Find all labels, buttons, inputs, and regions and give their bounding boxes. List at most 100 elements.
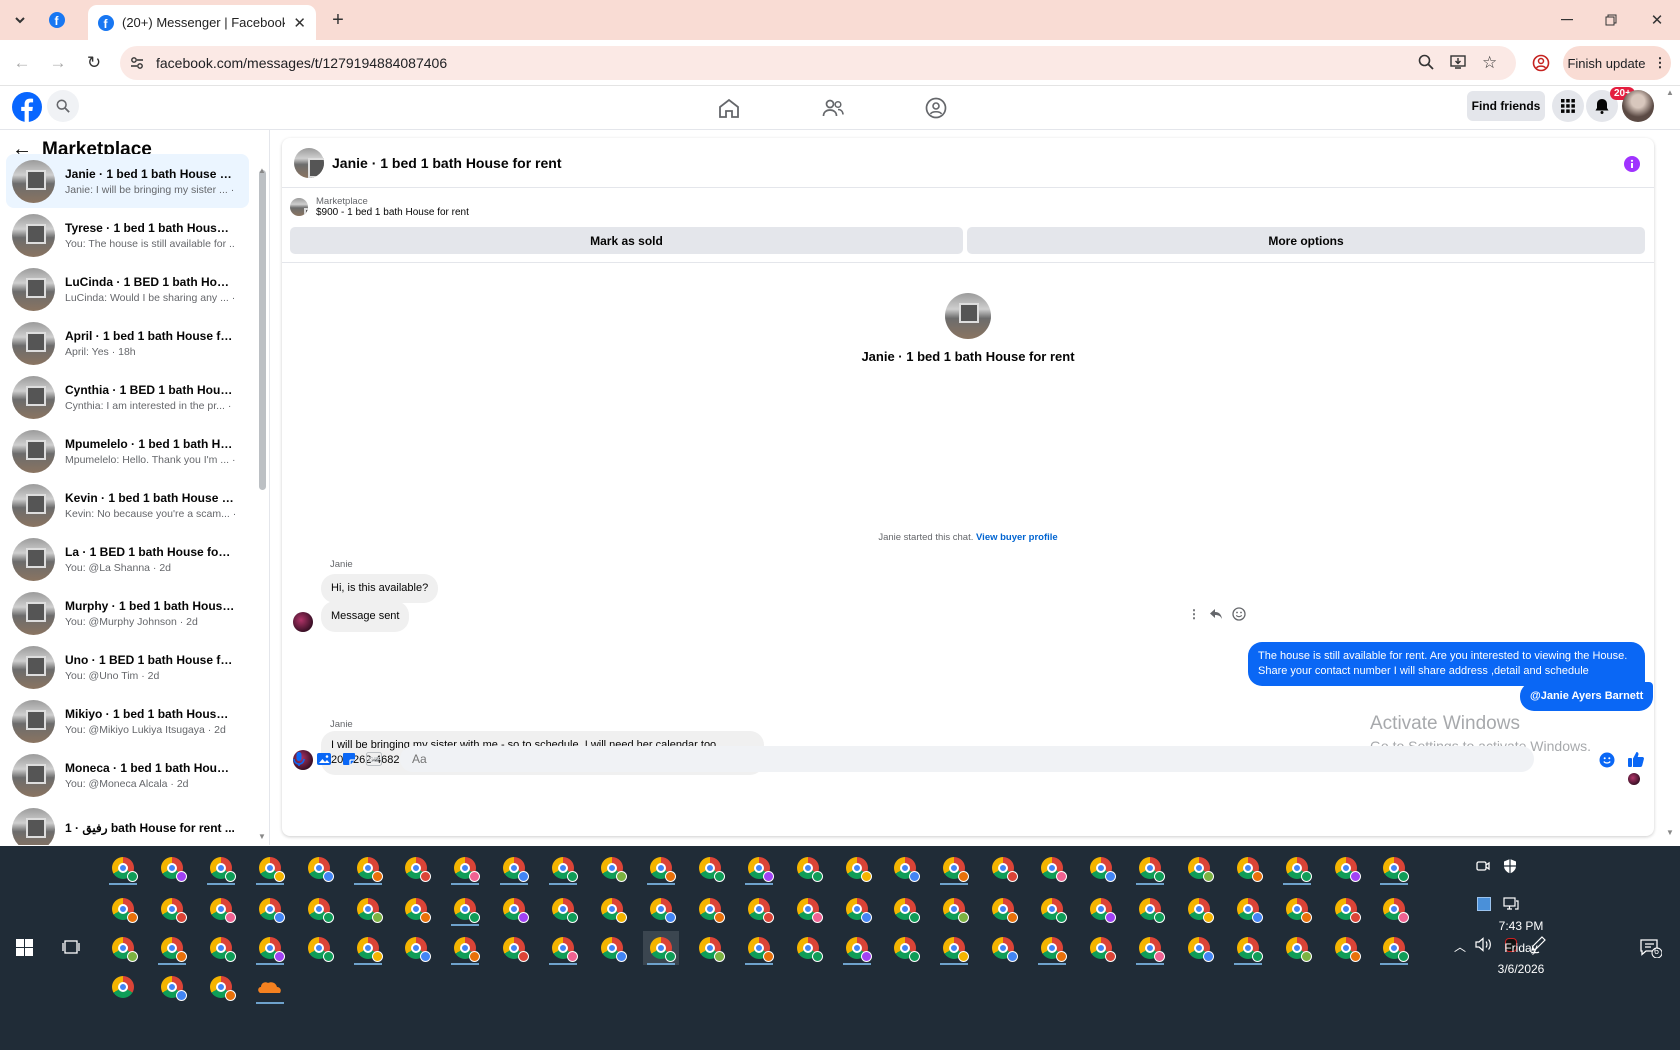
photo-icon[interactable] — [316, 751, 332, 767]
conversation-item[interactable]: Janie · 1 bed 1 bath House for r... Janie… — [6, 154, 249, 208]
facebook-pinned-tab[interactable]: f — [46, 9, 68, 31]
chrome-taskbar-icon[interactable] — [643, 851, 679, 885]
chrome-taskbar-icon[interactable] — [203, 970, 239, 1004]
more-options-button[interactable]: More options — [967, 227, 1645, 254]
chrome-taskbar-icon[interactable] — [985, 892, 1021, 926]
conversation-item[interactable]: LuCinda · 1 BED 1 bath House fo... LuCind… — [6, 262, 249, 316]
chrome-taskbar-icon[interactable] — [203, 851, 239, 885]
info-icon[interactable] — [1624, 156, 1640, 172]
scroll-down-icon[interactable]: ▼ — [258, 832, 266, 841]
more-actions-icon[interactable]: ⋮ — [1188, 607, 1200, 621]
tray-app-icon[interactable] — [1477, 897, 1491, 911]
search-icon[interactable] — [47, 90, 79, 122]
network-icon[interactable] — [1503, 897, 1519, 911]
tab-messenger[interactable]: f (20+) Messenger | Facebook ✕ — [88, 5, 316, 40]
chrome-taskbar-icon[interactable] — [1083, 851, 1119, 885]
chrome-taskbar-icon[interactable] — [1132, 892, 1168, 926]
facebook-logo[interactable] — [12, 92, 42, 122]
conversation-item[interactable]: April · 1 bed 1 bath House for re... Apri… — [6, 316, 249, 370]
incoming-message[interactable]: Hi, is this available? — [321, 574, 439, 603]
chrome-taskbar-icon[interactable] — [741, 931, 777, 965]
chrome-taskbar-icon[interactable] — [496, 931, 532, 965]
profile-icon[interactable] — [1529, 51, 1553, 75]
tab-search-chevron-icon[interactable] — [8, 8, 32, 32]
close-window-icon[interactable]: ✕ — [1645, 8, 1669, 32]
outgoing-mention-message[interactable]: @Janie Ayers Barnett — [1520, 682, 1654, 711]
chrome-taskbar-icon[interactable] — [301, 892, 337, 926]
chrome-taskbar-icon[interactable] — [887, 892, 923, 926]
chrome-taskbar-icon[interactable] — [203, 931, 239, 965]
chrome-taskbar-icon[interactable] — [154, 892, 190, 926]
gif-icon[interactable]: GIF — [366, 752, 382, 766]
chrome-taskbar-icon[interactable] — [1328, 851, 1364, 885]
chrome-taskbar-icon[interactable] — [839, 892, 875, 926]
chrome-taskbar-icon[interactable] — [643, 892, 679, 926]
chrome-taskbar-icon[interactable] — [1083, 892, 1119, 926]
cloudflare-warp-icon[interactable] — [252, 970, 288, 1004]
security-shield-icon[interactable] — [1503, 858, 1517, 874]
omnibox[interactable]: facebook.com/messages/t/1279194884087406… — [120, 46, 1516, 80]
message-input[interactable] — [400, 746, 1534, 772]
chrome-taskbar-icon[interactable] — [594, 892, 630, 926]
chrome-taskbar-icon[interactable] — [105, 931, 141, 965]
chrome-taskbar-icon[interactable] — [1279, 931, 1315, 965]
chrome-taskbar-icon[interactable] — [1376, 931, 1412, 965]
chrome-taskbar-icon[interactable] — [692, 892, 728, 926]
chrome-taskbar-icon[interactable] — [1376, 892, 1412, 926]
chrome-taskbar-icon[interactable] — [1132, 931, 1168, 965]
chat-header-avatar[interactable] — [294, 147, 324, 178]
find-friends-button[interactable]: Find friends — [1467, 91, 1545, 121]
chrome-taskbar-icon[interactable] — [1230, 931, 1266, 965]
chrome-taskbar-icon[interactable] — [1181, 851, 1217, 885]
conversation-item[interactable]: رفيق · 1 bath House for rent ... — [6, 802, 249, 845]
forward-icon[interactable]: → — [46, 51, 70, 75]
chrome-taskbar-icon[interactable] — [301, 931, 337, 965]
chrome-taskbar-icon[interactable] — [447, 931, 483, 965]
chrome-taskbar-icon[interactable] — [936, 931, 972, 965]
outgoing-message[interactable]: The house is still available for rent. A… — [1248, 642, 1645, 686]
chrome-taskbar-icon[interactable] — [545, 931, 581, 965]
conversation-item[interactable]: Mpumelelo · 1 bed 1 bath Hous... Mpumelel… — [6, 424, 249, 478]
chrome-taskbar-icon[interactable] — [839, 851, 875, 885]
like-thumb-icon[interactable] — [1627, 750, 1645, 768]
microphone-icon[interactable] — [291, 751, 307, 767]
chrome-taskbar-icon[interactable] — [839, 931, 875, 965]
chrome-taskbar-icon[interactable] — [887, 851, 923, 885]
chrome-taskbar-icon[interactable] — [1328, 931, 1364, 965]
reply-icon[interactable] — [1209, 608, 1223, 620]
chrome-taskbar-icon[interactable] — [350, 931, 386, 965]
conversation-item[interactable]: Tyrese · 1 bed 1 bath House for ... You: … — [6, 208, 249, 262]
emoji-icon[interactable] — [1599, 752, 1615, 768]
chrome-taskbar-icon[interactable] — [301, 851, 337, 885]
chrome-taskbar-icon[interactable] — [1230, 851, 1266, 885]
react-emoji-icon[interactable] — [1232, 607, 1246, 621]
chrome-taskbar-icon[interactable] — [252, 931, 288, 965]
home-icon[interactable] — [718, 98, 740, 118]
install-app-icon[interactable] — [1450, 54, 1466, 70]
windows-start-icon[interactable] — [16, 939, 33, 956]
chrome-taskbar-icon[interactable] — [105, 851, 141, 885]
chat-header-name[interactable]: Janie · 1 bed 1 bath House for rent — [332, 155, 562, 171]
groups-icon[interactable] — [925, 97, 947, 119]
sticker-icon[interactable] — [341, 751, 357, 767]
zoom-icon[interactable] — [1418, 54, 1434, 70]
sender-avatar[interactable] — [293, 612, 313, 632]
chrome-taskbar-icon[interactable] — [790, 892, 826, 926]
back-icon[interactable]: ← — [10, 51, 34, 75]
chrome-taskbar-icon[interactable] — [1181, 931, 1217, 965]
bookmark-star-icon[interactable]: ☆ — [1482, 53, 1497, 73]
chrome-taskbar-icon[interactable] — [741, 851, 777, 885]
chrome-taskbar-icon[interactable] — [398, 851, 434, 885]
chrome-taskbar-icon[interactable] — [1279, 851, 1315, 885]
new-tab-icon[interactable]: + — [326, 8, 350, 32]
menu-grid-icon[interactable] — [1552, 90, 1584, 122]
task-view-icon[interactable] — [62, 939, 80, 955]
chrome-taskbar-icon[interactable] — [985, 931, 1021, 965]
chrome-taskbar-icon[interactable] — [1034, 892, 1070, 926]
chrome-taskbar-icon[interactable] — [398, 931, 434, 965]
conversation-item[interactable]: Kevin · 1 bed 1 bath House for r... Kevin… — [6, 478, 249, 532]
chrome-taskbar-icon[interactable] — [496, 851, 532, 885]
show-hidden-icons-chevron[interactable]: ︿ — [1454, 938, 1466, 955]
chrome-taskbar-icon[interactable] — [594, 851, 630, 885]
conversation-item[interactable]: Mikiyo · 1 bed 1 bath House for ... You: … — [6, 694, 249, 748]
